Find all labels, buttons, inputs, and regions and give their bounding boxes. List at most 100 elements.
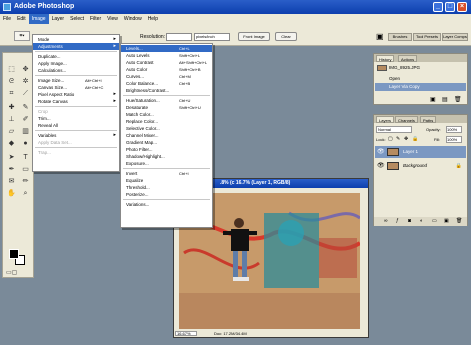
new-snapshot-icon[interactable]: ▣: [430, 96, 436, 103]
palette-well-layer-comps[interactable]: Layer Comps: [442, 33, 468, 41]
shape-tool-icon[interactable]: ▭: [20, 165, 31, 174]
tab-layers[interactable]: Layers: [376, 116, 395, 123]
blend-mode-select[interactable]: Normal: [376, 126, 412, 133]
notes-tool-icon[interactable]: ✉: [6, 177, 17, 186]
delete-layer-icon[interactable]: 🗑: [456, 218, 462, 224]
crop-tool-icon[interactable]: ⌗: [6, 89, 17, 98]
lock-image-icon[interactable]: ✎: [396, 136, 400, 142]
adjustments-menu-item[interactable]: Exposure...: [121, 160, 212, 167]
clone-stamp-tool-icon[interactable]: ⊥: [6, 115, 17, 124]
adjustments-menu-item[interactable]: Channel Mixer...: [121, 132, 212, 139]
brush-tool-icon[interactable]: ✎: [20, 103, 31, 112]
eye-icon[interactable]: 👁: [377, 161, 385, 171]
healing-brush-tool-icon[interactable]: ✚: [6, 103, 17, 112]
eye-icon[interactable]: 👁: [377, 147, 385, 157]
image-menu-item[interactable]: Apply Image...: [33, 60, 119, 67]
image-menu-item[interactable]: Pixel Aspect Ratio ▸: [33, 91, 119, 98]
adjustments-menu-item[interactable]: Shadow/Highlight...: [121, 153, 212, 160]
adjustments-menu-item[interactable]: Selective Color...: [121, 125, 212, 132]
adjustments-menu-item[interactable]: Auto Color Shift+Ctrl+B: [121, 66, 212, 73]
adjustments-menu-item[interactable]: Auto Contrast Alt+Shift+Ctrl+L: [121, 59, 212, 66]
gradient-tool-icon[interactable]: ▥: [20, 127, 31, 136]
menu-edit[interactable]: Edit: [14, 14, 29, 24]
history-item-open[interactable]: Open: [375, 75, 466, 83]
lock-transparency-icon[interactable]: ▢: [388, 136, 393, 142]
dodge-tool-icon[interactable]: ●: [20, 139, 31, 148]
image-menu-item[interactable]: Adjustments ▸: [33, 43, 119, 50]
history-brush-tool-icon[interactable]: ✐: [20, 115, 31, 124]
layer-style-icon[interactable]: ƒ: [396, 218, 399, 224]
new-layer-icon[interactable]: ▣: [444, 218, 449, 224]
adjustments-menu-item[interactable]: Auto Levels Shift+Ctrl+L: [121, 52, 212, 59]
adjustments-menu-item[interactable]: Desaturate Shift+Ctrl+U: [121, 104, 212, 111]
clear-button[interactable]: Clear: [275, 32, 297, 41]
adjustments-menu-item[interactable]: Hue/Saturation... Ctrl+U: [121, 97, 212, 104]
adjustments-menu-item[interactable]: Photo Filter...: [121, 146, 212, 153]
lock-all-icon[interactable]: 🔒: [412, 136, 418, 142]
menu-file[interactable]: File: [0, 14, 14, 24]
menu-layer[interactable]: Layer: [49, 14, 68, 24]
lasso-tool-icon[interactable]: ᘓ: [6, 77, 17, 86]
adjustments-menu-item[interactable]: Posterize...: [121, 191, 212, 198]
front-image-button[interactable]: Front Image: [238, 32, 270, 41]
palette-well-brushes[interactable]: Brushes: [388, 33, 412, 41]
layer-mask-icon[interactable]: ◙: [408, 218, 411, 224]
hand-tool-icon[interactable]: ✋: [6, 189, 17, 198]
history-snapshot[interactable]: IMG_8925.JPG: [375, 64, 466, 72]
slice-tool-icon[interactable]: ⟋: [20, 89, 31, 98]
trash-icon[interactable]: 🗑: [454, 96, 462, 103]
adjustments-menu-item[interactable]: Threshold...: [121, 184, 212, 191]
image-menu-item[interactable]: Reveal All: [33, 122, 119, 129]
close-icon[interactable]: ×: [457, 2, 467, 12]
type-tool-icon[interactable]: T: [20, 153, 31, 162]
tab-paths[interactable]: Paths: [420, 116, 437, 123]
palette-well-tool-presets[interactable]: Tool Presets: [413, 33, 441, 41]
new-document-icon[interactable]: ▤: [442, 96, 448, 103]
link-layers-icon[interactable]: ∞: [384, 218, 388, 224]
fill-field[interactable]: 100%: [446, 136, 462, 143]
image-menu-item[interactable]: Calculations...: [33, 67, 119, 74]
image-menu-item[interactable]: Mode ▸: [33, 36, 119, 43]
menu-help[interactable]: Help: [145, 14, 161, 24]
tab-channels[interactable]: Channels: [395, 116, 418, 123]
magic-wand-tool-icon[interactable]: ✲: [20, 77, 31, 86]
menu-image[interactable]: Image: [28, 14, 49, 24]
new-group-icon[interactable]: ▭: [432, 218, 437, 224]
image-menu-item[interactable]: Trim...: [33, 115, 119, 122]
pen-tool-icon[interactable]: ✒: [6, 165, 17, 174]
adjustments-menu-item[interactable]: Curves... Ctrl+M: [121, 73, 212, 80]
image-menu-item[interactable]: Rotate Canvas ▸: [33, 98, 119, 105]
adjustments-menu-item[interactable]: Brightness/Contrast...: [121, 87, 212, 94]
maximize-icon[interactable]: □: [445, 2, 455, 12]
image-menu-item[interactable]: Duplicate...: [33, 53, 119, 60]
path-selection-tool-icon[interactable]: ➤: [6, 153, 17, 162]
adjustments-menu-item[interactable]: Variations...: [121, 201, 212, 208]
adjustments-menu-item[interactable]: Gradient Map...: [121, 139, 212, 146]
lock-position-icon[interactable]: ✥: [404, 136, 408, 142]
layer-row-background[interactable]: 👁 Background 🔒: [375, 160, 466, 172]
image-menu-item[interactable]: Variables ▸: [33, 132, 119, 139]
opacity-field[interactable]: 100%: [446, 126, 462, 133]
adjustments-menu-item[interactable]: Equalize: [121, 177, 212, 184]
image-menu-item[interactable]: Image Size... Alt+Ctrl+I: [33, 77, 119, 84]
units-select[interactable]: pixels/inch: [194, 33, 230, 41]
menu-window[interactable]: Window: [121, 14, 145, 24]
adjustments-menu-item[interactable]: Match Color...: [121, 111, 212, 118]
zoom-field[interactable]: 16.67%: [175, 331, 197, 336]
resolution-input[interactable]: [166, 33, 192, 41]
file-browser-icon[interactable]: ▣: [376, 32, 384, 41]
adjustments-menu-item[interactable]: Invert Ctrl+I: [121, 170, 212, 177]
menu-filter[interactable]: Filter: [87, 14, 104, 24]
minimize-icon[interactable]: _: [433, 2, 443, 12]
move-tool-icon[interactable]: ✥: [20, 65, 31, 74]
eraser-tool-icon[interactable]: ▱: [6, 127, 17, 136]
tab-actions[interactable]: Actions: [398, 55, 418, 62]
crop-tool-preset-icon[interactable]: ⌗▾: [14, 31, 30, 41]
adjustments-menu-item[interactable]: Levels... Ctrl+L: [121, 45, 212, 52]
layer-row-layer-1[interactable]: 👁 Layer 1: [375, 146, 466, 158]
adjustments-menu-item[interactable]: Replace Color...: [121, 118, 212, 125]
adjustment-layer-icon[interactable]: ◐: [420, 218, 423, 224]
menu-select[interactable]: Select: [67, 14, 87, 24]
zoom-tool-icon[interactable]: ⌕: [20, 189, 31, 198]
quick-mask-icon[interactable]: ▭▢: [6, 269, 17, 278]
